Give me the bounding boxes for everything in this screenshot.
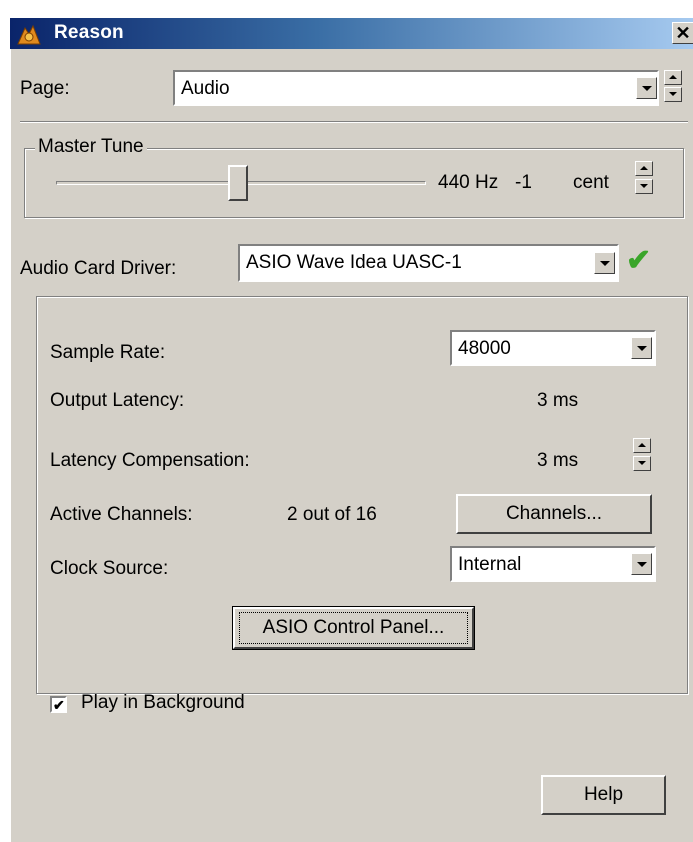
master-tune-down-icon[interactable] xyxy=(635,179,653,194)
master-tune-cent-value: -1 xyxy=(515,172,532,193)
master-tune-spinner[interactable] xyxy=(635,161,653,197)
clock-source-value: Internal xyxy=(458,554,522,575)
audio-card-driver-value: ASIO Wave Idea UASC-1 xyxy=(246,252,462,273)
page-select-value: Audio xyxy=(181,78,230,99)
sample-rate-value: 48000 xyxy=(458,338,511,359)
play-in-background-checkbox[interactable]: ✔ xyxy=(50,696,67,713)
master-tune-up-icon[interactable] xyxy=(635,161,653,176)
page-dropdown-button[interactable] xyxy=(636,77,657,99)
reason-app-icon xyxy=(17,24,41,45)
close-icon: ✕ xyxy=(675,23,691,43)
preferences-dialog: Reason ✕ Page: Audio Master Tune 440 Hz … xyxy=(10,18,693,842)
clock-source-select[interactable]: Internal xyxy=(450,546,656,582)
sample-rate-select[interactable]: 48000 xyxy=(450,330,656,366)
asio-control-panel-label: ASIO Control Panel... xyxy=(262,617,445,638)
audio-card-driver-dropdown-button[interactable] xyxy=(594,252,615,274)
window-title: Reason xyxy=(54,22,124,43)
page-spinner[interactable] xyxy=(664,70,682,104)
audio-card-driver-label: Audio Card Driver: xyxy=(20,258,177,279)
master-tune-label: Master Tune xyxy=(35,136,147,158)
master-tune-unit: cent xyxy=(573,172,609,193)
clock-source-dropdown-button[interactable] xyxy=(631,553,652,575)
page-spin-down-icon[interactable] xyxy=(664,87,682,102)
page-select[interactable]: Audio xyxy=(173,70,659,106)
latency-compensation-value: 3 ms xyxy=(537,450,579,471)
page-label: Page: xyxy=(20,78,70,99)
asio-control-panel-button[interactable]: ASIO Control Panel... xyxy=(232,606,475,650)
audio-card-driver-select[interactable]: ASIO Wave Idea UASC-1 xyxy=(238,244,619,282)
close-button[interactable]: ✕ xyxy=(672,22,693,44)
master-tune-slider-thumb[interactable] xyxy=(228,165,248,201)
sample-rate-label: Sample Rate: xyxy=(50,342,166,363)
green-check-icon: ✔ xyxy=(626,244,652,277)
latency-compensation-label: Latency Compensation: xyxy=(50,450,250,471)
output-latency-label: Output Latency: xyxy=(50,390,185,411)
play-in-background-label[interactable]: Play in Background xyxy=(81,692,245,714)
master-tune-hz: 440 Hz xyxy=(438,172,499,193)
background-strip xyxy=(0,0,693,18)
latency-down-icon[interactable] xyxy=(633,456,651,471)
title-bar[interactable]: Reason ✕ xyxy=(10,18,693,49)
active-channels-label: Active Channels: xyxy=(50,504,193,525)
active-channels-value: 2 out of 16 xyxy=(287,504,377,525)
page-spin-up-icon[interactable] xyxy=(664,70,682,85)
separator-line xyxy=(20,121,688,123)
output-latency-value: 3 ms xyxy=(537,390,579,411)
help-button[interactable]: Help xyxy=(541,775,666,815)
checkbox-check-icon: ✔ xyxy=(53,697,65,713)
latency-up-icon[interactable] xyxy=(633,438,651,453)
sample-rate-dropdown-button[interactable] xyxy=(631,337,652,359)
channels-button[interactable]: Channels... xyxy=(456,494,652,534)
latency-compensation-spinner[interactable] xyxy=(633,438,651,474)
clock-source-label: Clock Source: xyxy=(50,558,169,579)
